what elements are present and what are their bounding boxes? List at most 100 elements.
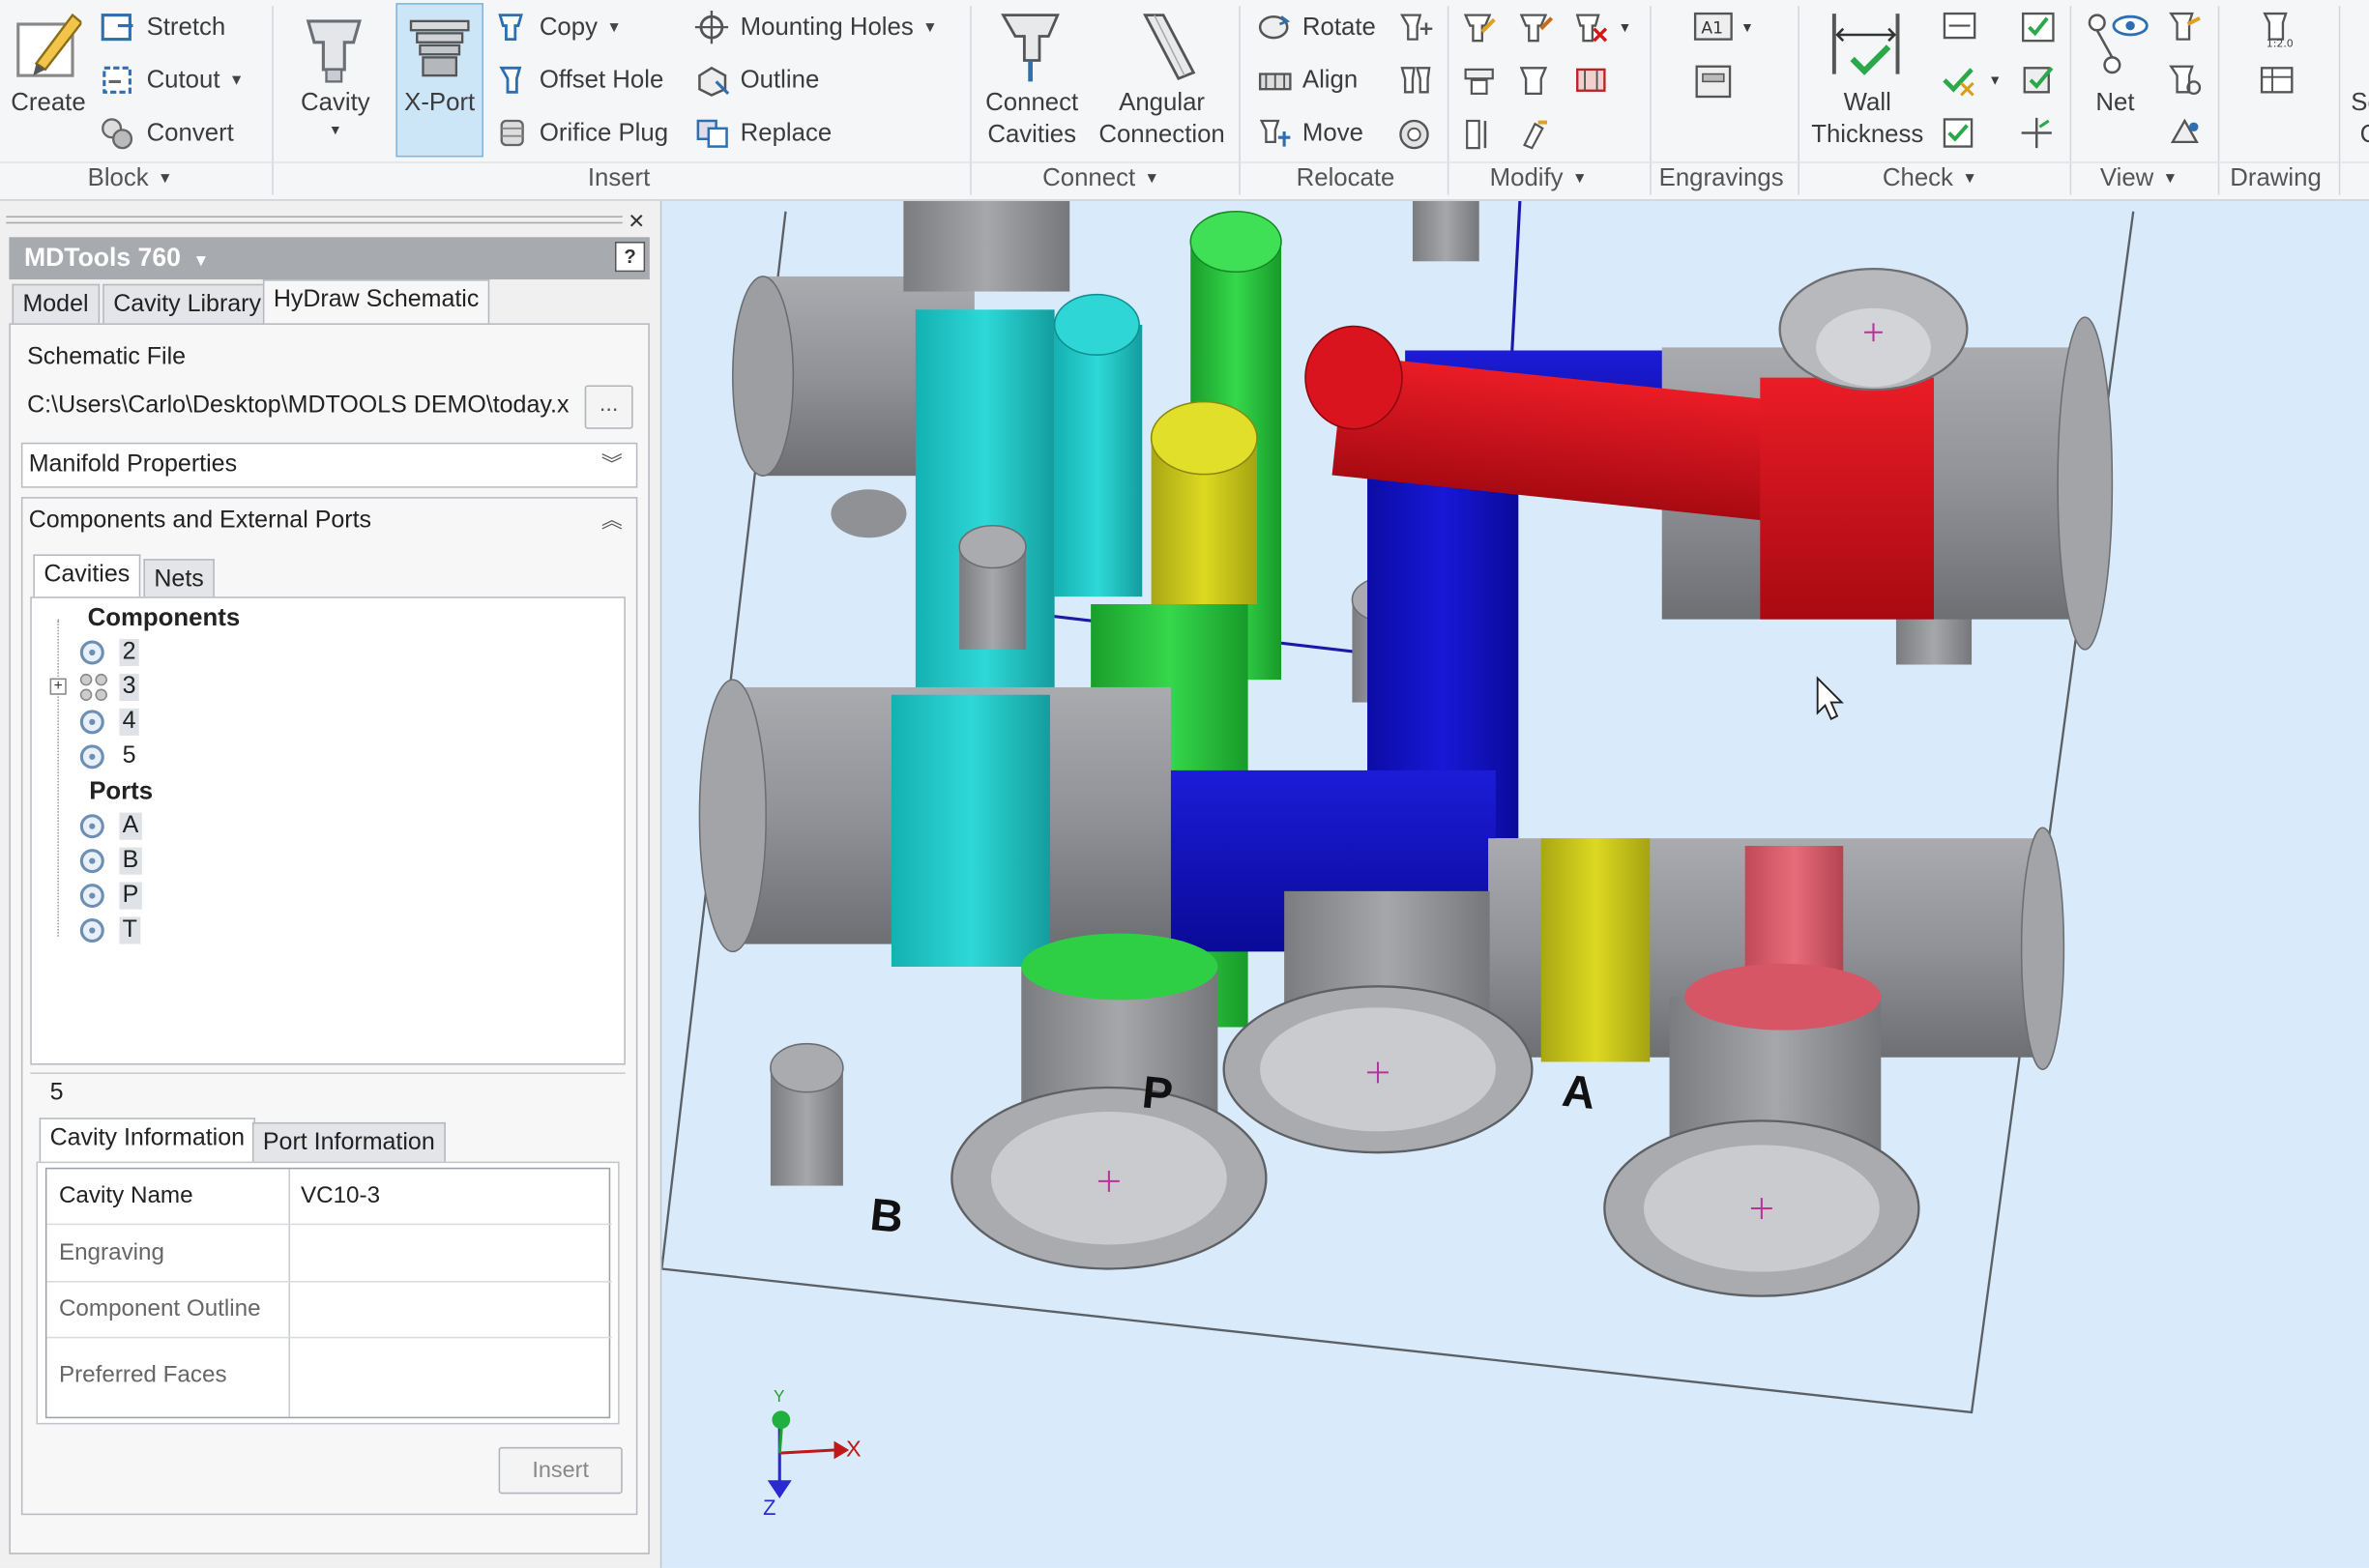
tab-model[interactable]: Model [12,283,100,325]
modify-tool-icon[interactable] [1517,116,1557,153]
check-group-label[interactable]: Check ▼ [1883,164,1977,193]
view-tool-icon[interactable] [2167,62,2207,99]
connect-cavities-label-2[interactable]: Cavities [975,119,1090,149]
check-tool-icon[interactable] [2019,62,2059,99]
manifold-model [661,200,2135,1498]
view-tool-icon[interactable] [2167,9,2207,45]
tree-components-header[interactable]: Components [88,604,241,633]
drawing-tool-icon[interactable]: 1:2.0 [2257,9,2299,48]
offset-hole-button[interactable]: Offset Hole [540,65,663,95]
check-tool-icon[interactable] [1940,9,1979,45]
check-tool-icon[interactable] [2019,115,2059,152]
tab-cavity-information[interactable]: Cavity Information [39,1118,255,1164]
wall-thickness-label-1[interactable]: Wall [1807,88,1928,118]
palette-title[interactable]: MDTools 760 ▼ [9,237,650,280]
expand-plus-icon[interactable]: + [49,678,67,695]
angular-connection-label-2[interactable]: Connection [1091,119,1233,149]
chevron-down-icon[interactable]: ▼ [1618,13,1631,43]
copy-icon [498,14,523,42]
tree-ports-header[interactable]: Ports [89,778,153,807]
info-grid: Cavity Name VC10-3 Engraving Component O… [44,1167,612,1419]
cavity-button[interactable]: Cavity [290,88,381,118]
modify-cavity-icon[interactable] [1517,11,1557,47]
partial-ribbon-label[interactable]: C [2360,119,2369,149]
delete-cavity-icon[interactable] [1573,11,1613,47]
align-button[interactable]: Align [1302,65,1358,95]
net-button[interactable]: Net [2079,88,2151,118]
tab-nets[interactable]: Nets [143,559,215,597]
check-tool-icon[interactable] [2019,9,2059,45]
cutout-icon [102,66,132,94]
relocate-tool-icon[interactable] [1396,64,1436,101]
tree-item-component[interactable]: 3 [119,673,139,701]
convert-button[interactable]: Convert [147,118,234,148]
bore [903,200,1070,292]
replace-button[interactable]: Replace [741,118,833,148]
close-icon[interactable]: × [629,206,644,238]
modify-tool-icon[interactable] [1461,64,1501,101]
collapse-chevron-icon[interactable]: ︽ [601,505,623,535]
engraving-text-icon[interactable]: A1 [1692,9,1735,45]
move-button[interactable]: Move [1302,118,1363,148]
block-group-label[interactable]: Block ▼ [88,164,173,193]
tree-item-port[interactable]: A [119,812,142,840]
modify-cavity-icon[interactable] [1461,11,1501,47]
port-p-green-ring [1021,933,1218,1001]
xport-button[interactable]: X-Port [395,88,483,118]
partial-ribbon-label[interactable]: Se [2351,88,2369,118]
relocate-tool-icon[interactable] [1396,11,1436,47]
tab-cavities[interactable]: Cavities [33,554,141,597]
stretch-button[interactable]: Stretch [147,13,226,43]
angular-connection-label-1[interactable]: Angular [1091,88,1233,118]
chevron-down-icon[interactable]: ▼ [1988,65,2002,95]
chevron-down-icon[interactable]: ▼ [290,115,381,145]
view-tool-icon[interactable] [2167,115,2207,152]
chevron-down-icon[interactable]: ▼ [1740,13,1754,43]
tree-item-port[interactable]: T [119,916,140,944]
tab-hydraw-schematic[interactable]: HyDraw Schematic [262,279,490,325]
orifice-plug-button[interactable]: Orifice Plug [540,118,668,148]
browse-button[interactable]: ... [584,385,633,429]
cavity-name-value[interactable]: VC10-3 [290,1182,380,1209]
expand-chevron-icon[interactable]: ︾ [601,449,623,479]
convert-icon [102,118,133,150]
group-divider [272,6,274,195]
copy-button[interactable]: Copy ▼ [540,13,622,44]
tab-port-information[interactable]: Port Information [251,1121,446,1164]
connect-group-label[interactable]: Connect ▼ [1042,164,1159,193]
insert-button[interactable]: Insert [498,1446,623,1495]
outline-button[interactable]: Outline [741,65,820,95]
check-tool-icon[interactable] [1940,115,1979,152]
engraving-tool-icon[interactable] [1692,62,1735,102]
axis-label-y: Y [774,1387,785,1407]
rotate-button[interactable]: Rotate [1302,13,1376,43]
stretch-icon [101,14,133,42]
relocate-tool-icon[interactable] [1396,116,1436,153]
3d-viewport[interactable]: P A B X Y Z [661,200,2369,1568]
components-ports-header[interactable]: Components and External Ports [29,508,371,535]
palette-grip[interactable] [6,216,623,224]
tab-cavity-library[interactable]: Cavity Library [102,283,272,325]
modify-tool-icon[interactable] [1517,64,1557,101]
view-group-label[interactable]: View ▼ [2100,164,2178,193]
connect-cavities-label-1[interactable]: Connect [975,88,1090,118]
manifold-properties-header[interactable]: Manifold Properties [20,442,638,488]
tree-item-port[interactable]: B [119,847,142,875]
help-icon[interactable]: ? [614,242,646,273]
modify-group-label[interactable]: Modify ▼ [1490,164,1588,193]
cutout-button[interactable]: Cutout ▼ [147,65,245,96]
drawing-tool-icon[interactable] [2257,62,2299,102]
group-divider [2069,6,2072,195]
tree-item-component[interactable]: 4 [119,708,139,736]
tree-item-component[interactable]: 2 [119,638,139,667]
wall-thickness-label-2[interactable]: Thickness [1807,119,1928,149]
tree-item-port[interactable]: P [119,882,142,910]
mounting-holes-button[interactable]: Mounting Holes ▼ [741,13,938,44]
port-a-pink-ring [1684,963,1882,1031]
modify-tool-icon[interactable] [1461,116,1501,153]
modify-tool-icon[interactable] [1573,64,1613,101]
tree-item-component-selected[interactable]: 5 [119,743,138,770]
schematic-file-path[interactable]: C:\Users\Carlo\Desktop\MDTOOLS DEMO\toda… [21,387,574,429]
create-button[interactable]: Create [6,88,91,118]
check-tool-icon[interactable] [1940,62,1979,99]
